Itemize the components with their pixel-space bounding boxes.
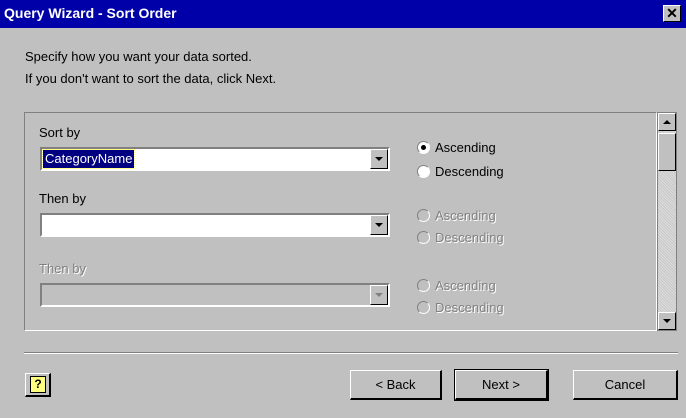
dropdown-arrow-icon[interactable] (370, 149, 388, 169)
sort-by-combo[interactable]: CategoryName (40, 147, 390, 171)
query-wizard-dialog: Query Wizard - Sort Order ✕ Specify how … (0, 0, 686, 418)
then-by-1-descending-label: Descending (435, 230, 504, 245)
vertical-scrollbar[interactable] (657, 112, 677, 331)
scroll-up-button[interactable] (658, 113, 676, 131)
then-by-2-ascending-label: Ascending (435, 278, 496, 293)
then-by-value-1 (43, 216, 47, 234)
next-button[interactable]: Next > (454, 369, 549, 401)
arrow-up-icon (663, 120, 671, 124)
sort-by-value: CategoryName (41, 149, 136, 169)
window-title: Query Wizard - Sort Order (4, 5, 177, 21)
instruction-line-1: Specify how you want your data sorted. (25, 49, 252, 64)
then-by-1-ascending-label: Ascending (435, 208, 496, 223)
cancel-button[interactable]: Cancel (573, 370, 678, 400)
dropdown-arrow-icon[interactable] (370, 285, 388, 305)
back-button[interactable]: < Back (350, 370, 442, 400)
separator-highlight (24, 353, 678, 354)
sort-by-ascending-label: Ascending (435, 140, 496, 155)
then-by-label-2: Then by (39, 261, 86, 276)
then-by-2-descending-label: Descending (435, 300, 504, 315)
title-bar: Query Wizard - Sort Order ✕ (0, 0, 686, 28)
then-by-label-1: Then by (39, 191, 86, 206)
sort-panel: Sort by CategoryName Ascending Descendin… (24, 112, 657, 331)
scroll-thumb[interactable] (658, 133, 676, 171)
scroll-down-button[interactable] (658, 312, 676, 330)
then-by-value-2 (43, 286, 47, 304)
close-button[interactable]: ✕ (663, 5, 681, 22)
then-by-combo-1[interactable] (40, 213, 390, 237)
arrow-down-icon (663, 319, 671, 323)
sort-by-descending-label: Descending (435, 164, 504, 179)
help-button[interactable]: ? (25, 373, 51, 397)
instruction-line-2: If you don't want to sort the data, clic… (25, 71, 277, 86)
then-by-combo-2[interactable] (40, 283, 390, 307)
dropdown-arrow-icon[interactable] (370, 215, 388, 235)
sort-by-label: Sort by (39, 125, 81, 140)
help-icon: ? (30, 376, 46, 393)
